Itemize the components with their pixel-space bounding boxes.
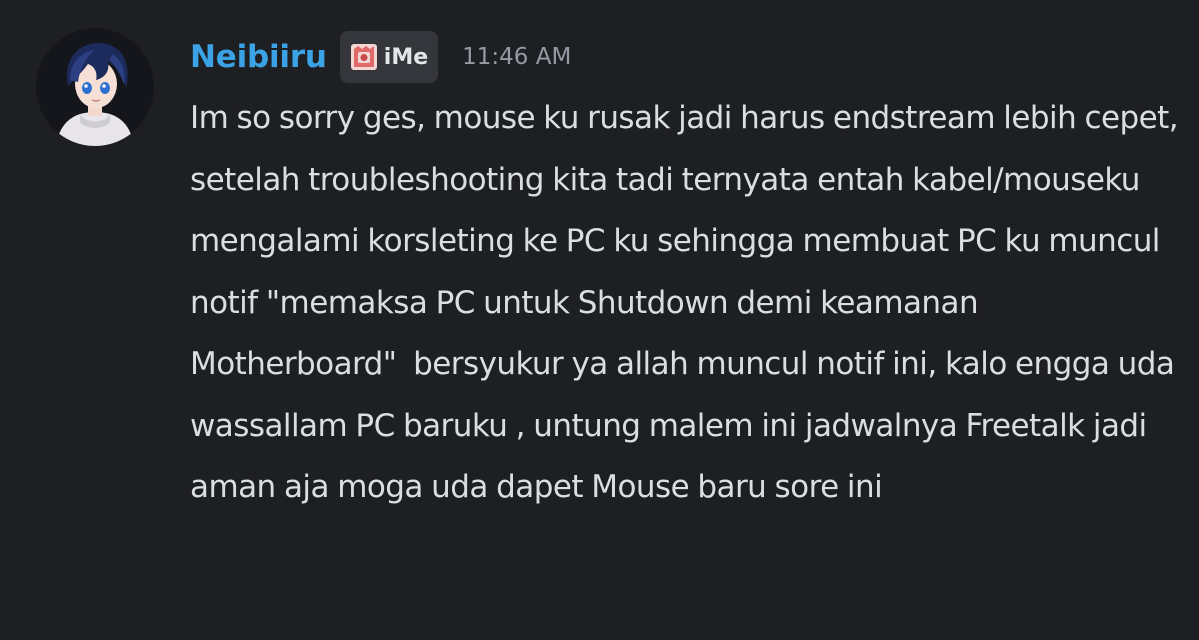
- message-content: Im so sorry ges, mouse ku rusak jadi har…: [190, 100, 1187, 505]
- chat-message: Neibiiru iMe 11:46 AM Im so sorry ges, m…: [0, 0, 1199, 640]
- timestamp[interactable]: 11:46 AM: [462, 44, 571, 70]
- clan-tag-text: iMe: [383, 44, 429, 70]
- clan-tag[interactable]: iMe: [339, 31, 439, 83]
- message-header: Neibiiru iMe 11:46 AM: [190, 30, 571, 84]
- anime-character-avatar-icon: [36, 28, 154, 146]
- username[interactable]: Neibiiru: [190, 39, 327, 75]
- avatar[interactable]: [36, 28, 154, 146]
- clan-badge-icon: [350, 43, 378, 71]
